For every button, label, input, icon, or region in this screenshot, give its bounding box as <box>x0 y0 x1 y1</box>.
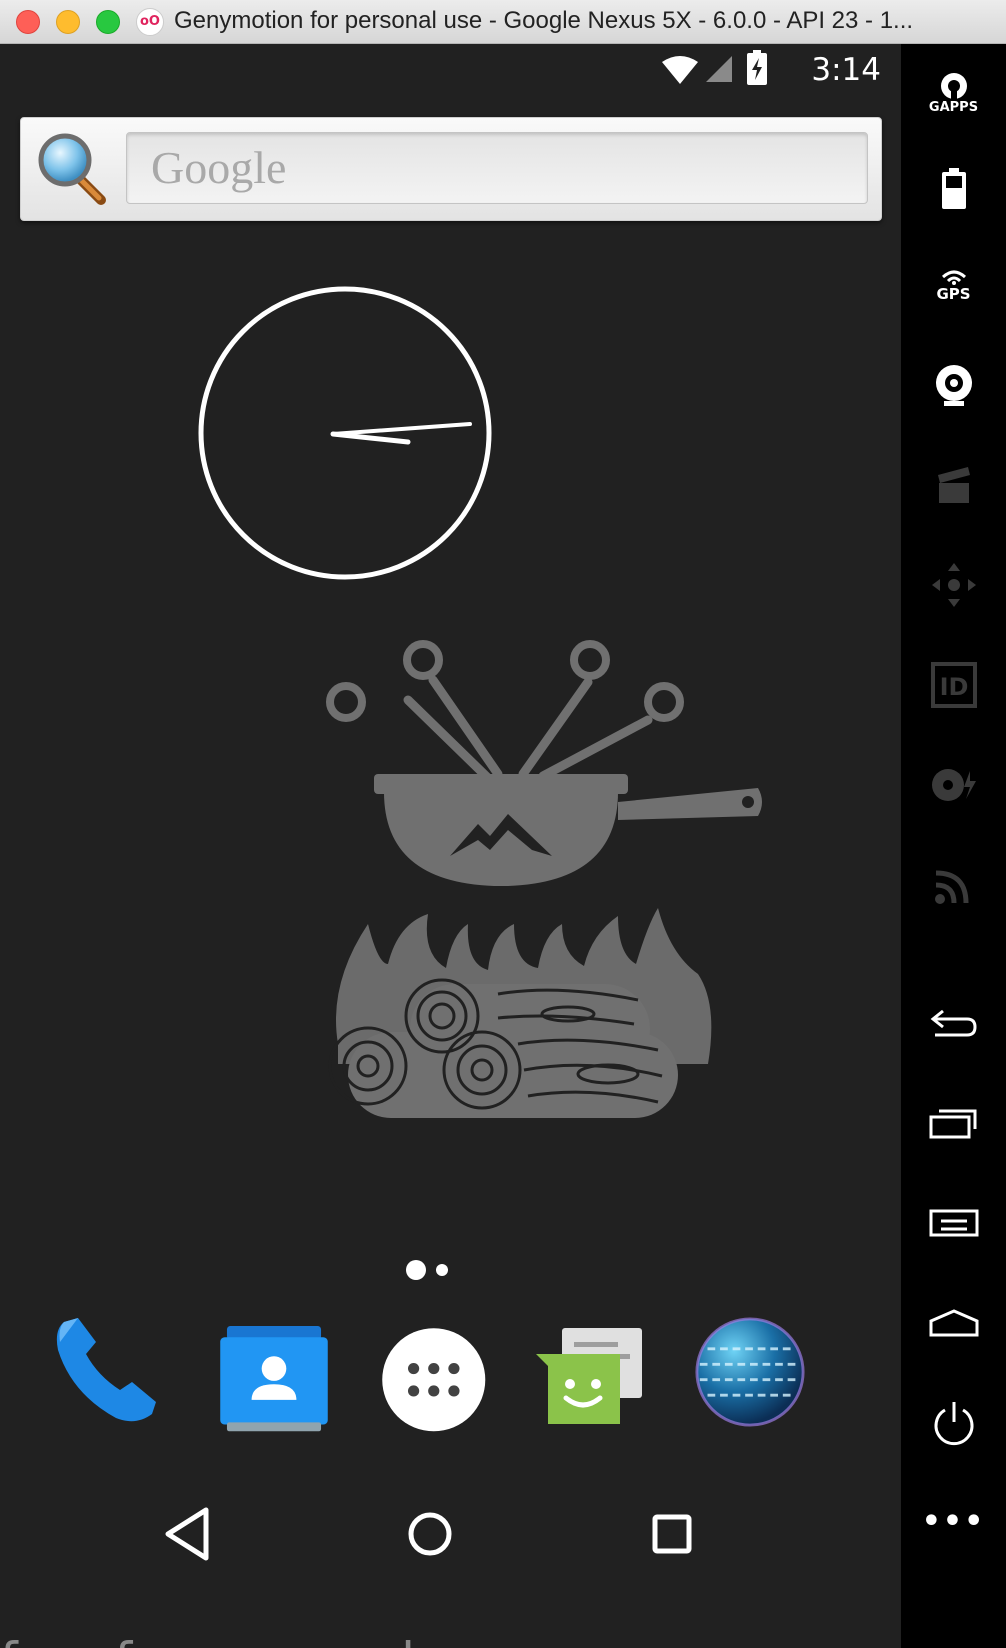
disk-io-button[interactable] <box>901 750 1006 820</box>
magnifier-icon[interactable] <box>35 130 107 206</box>
device-menu-button[interactable] <box>901 1188 1006 1258</box>
close-window-button[interactable] <box>16 10 40 34</box>
device-home-button[interactable] <box>901 1288 1006 1358</box>
clapperboard-icon <box>937 467 970 503</box>
disk-icon <box>931 769 976 801</box>
contacts-app-icon[interactable] <box>218 1326 330 1438</box>
cast-signal-icon <box>934 870 968 904</box>
gapps-icon <box>940 72 967 100</box>
battery-icon <box>941 168 966 209</box>
battery-button[interactable] <box>901 154 1006 224</box>
window-title-bar: oO Genymotion for personal use - Google … <box>0 0 1006 44</box>
personal-use-watermark: free for personal use <box>0 1632 519 1648</box>
google-logo-text: Google <box>151 142 287 193</box>
network-button[interactable] <box>901 850 1006 920</box>
back-button[interactable] <box>148 1494 228 1574</box>
gps-signal-icon <box>941 270 966 285</box>
id-icon: ID <box>930 662 977 708</box>
gapps-button[interactable]: GAPPS <box>901 58 1006 128</box>
webcam-icon <box>935 365 972 406</box>
dpad-button[interactable] <box>901 550 1006 620</box>
all-apps-button[interactable] <box>380 1326 492 1438</box>
home-button[interactable] <box>390 1494 470 1574</box>
device-power-button[interactable] <box>901 1388 1006 1458</box>
google-search-widget[interactable]: Google <box>20 117 882 221</box>
more-options-button[interactable]: ••• <box>901 1486 1006 1556</box>
wifi-icon <box>662 56 698 84</box>
screencast-button[interactable] <box>901 450 1006 520</box>
wallpaper-fondue-art <box>326 640 762 1118</box>
menu-icon <box>929 1209 978 1237</box>
device-recents-button[interactable] <box>901 1088 1006 1158</box>
page-indicator-inactive <box>436 1264 448 1276</box>
analog-clock-widget[interactable] <box>198 286 498 586</box>
minimize-window-button[interactable] <box>56 10 80 34</box>
battery-charging-icon <box>747 50 767 85</box>
window-title: Genymotion for personal use - Google Nex… <box>174 7 914 34</box>
home-outline-icon <box>929 1309 978 1337</box>
more-options-label: ••• <box>921 1503 986 1539</box>
clock-hour-hand <box>330 431 411 445</box>
genymotion-toolbar: GAPPS GPS ID ••• <box>901 44 1006 1648</box>
phone-app-icon[interactable] <box>50 1316 162 1428</box>
clock-minute-hand <box>331 422 472 436</box>
browser-globe-icon[interactable] <box>694 1316 806 1428</box>
messaging-app-icon[interactable] <box>534 1322 646 1434</box>
dpad-icon <box>931 563 976 607</box>
recent-apps-icon <box>929 1109 976 1139</box>
gps-label: GPS <box>936 285 971 303</box>
power-icon <box>934 1402 973 1446</box>
page-indicator-active <box>406 1260 426 1280</box>
genymotion-app-icon: oO <box>136 8 164 36</box>
back-arrow-icon <box>930 1009 977 1037</box>
id-label: ID <box>939 673 968 701</box>
signal-icon <box>706 56 732 82</box>
zoom-window-button[interactable] <box>96 10 120 34</box>
device-id-button[interactable]: ID <box>901 650 1006 720</box>
recents-button[interactable] <box>632 1494 712 1574</box>
search-input[interactable]: Google <box>126 132 868 204</box>
gapps-label: GAPPS <box>928 99 979 115</box>
gps-button[interactable]: GPS <box>901 250 1006 320</box>
status-time: 3:14 <box>811 52 881 88</box>
webcam-button[interactable] <box>901 350 1006 420</box>
android-screen[interactable]: 3:14 Google <box>0 44 901 1648</box>
device-back-button[interactable] <box>901 988 1006 1058</box>
